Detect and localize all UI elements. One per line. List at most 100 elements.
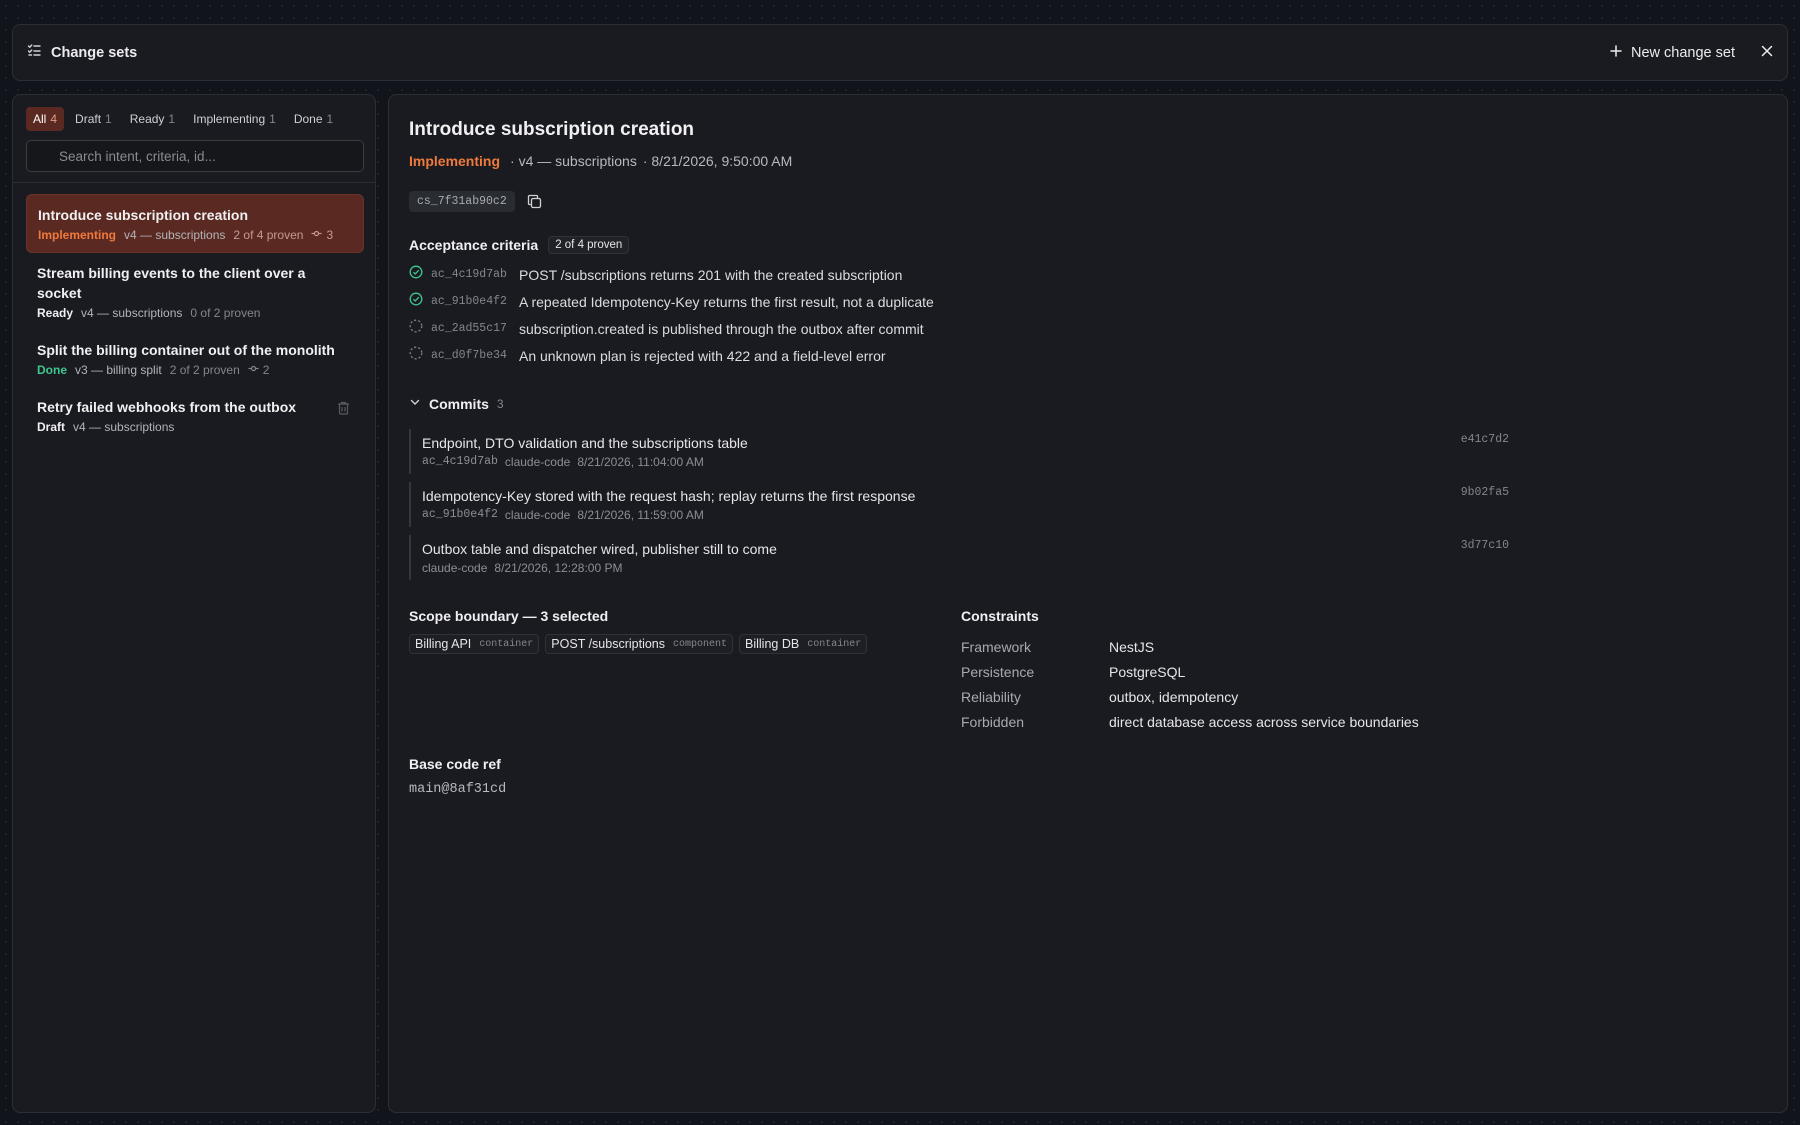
constraint-value: NestJS (1109, 638, 1155, 655)
filter-ready[interactable]: Ready 1 (123, 107, 182, 131)
filter-all[interactable]: All 4 (26, 107, 65, 131)
filter-draft[interactable]: Draft 1 (68, 107, 119, 131)
filter-count: 4 (50, 112, 58, 126)
filter-label: Done (293, 112, 323, 126)
filter-count: 1 (105, 112, 112, 126)
criterion-text: An unknown plan is rejected with 422 and… (519, 347, 886, 364)
criterion-id: ac_91b0e4f2 (431, 295, 507, 308)
constraint-row: Forbidden direct database access across … (961, 709, 1419, 734)
search-box (26, 140, 364, 172)
close-icon (1761, 44, 1773, 62)
filter-count: 1 (326, 112, 334, 126)
filter-label: Implementing (193, 112, 266, 126)
status-badge: Implementing (38, 228, 117, 242)
copy-icon[interactable] (527, 194, 542, 209)
scope-tag[interactable]: Billing DB container (739, 634, 868, 654)
header-bar: Change sets New change set (12, 24, 1788, 81)
constraints-heading: Constraints (961, 608, 1039, 624)
scope-heading: Scope boundary — 3 selected (409, 608, 609, 624)
commit-count-value: 3 (326, 228, 334, 242)
search-input[interactable] (59, 148, 363, 164)
base-ref-value: main@8af31cd (409, 782, 507, 797)
chevron-down-icon (409, 395, 421, 413)
scope-tag-kind: component (673, 638, 728, 650)
commit-sha: 9b02fa5 (1460, 486, 1509, 499)
trash-icon[interactable] (337, 401, 350, 420)
scope-tag-name: Billing API (415, 637, 472, 651)
constraint-key: Persistence (961, 663, 1035, 680)
filter-done[interactable]: Done 1 (287, 107, 340, 131)
list-item[interactable]: Retry failed webhooks from the outbox Dr… (26, 387, 364, 444)
version-label: v3 — billing split (75, 363, 162, 377)
checklist-icon (27, 43, 41, 62)
commit-time: 8/21/2026, 11:59:00 AM (577, 508, 704, 522)
filter-implementing[interactable]: Implementing 1 (186, 107, 283, 131)
scope-boundary: Scope boundary — 3 selected Billing API … (409, 608, 868, 654)
scope-tag[interactable]: Billing API container (409, 634, 540, 654)
base-code-ref: Base code ref main@8af31cd (409, 756, 506, 797)
version-label: v4 — subscriptions (81, 306, 183, 320)
filter-label: Ready (129, 112, 165, 126)
criterion-row: ac_2ad55c17 subscription.created is publ… (409, 315, 934, 342)
commit-row[interactable]: Idempotency-Key stored with the request … (409, 482, 1509, 527)
detail-title: Introduce subscription creation (409, 119, 695, 140)
scope-tag-name: Billing DB (745, 637, 800, 651)
commit-author: claude-code (504, 455, 571, 469)
commit-list: Endpoint, DTO validation and the subscri… (409, 429, 1509, 588)
commits-heading: Commits (429, 396, 489, 412)
filter-label: All (33, 112, 47, 126)
scope-tag[interactable]: POST /subscriptions component (545, 634, 734, 654)
scope-tag-name: POST /subscriptions (551, 637, 665, 651)
constraint-value: direct database access across service bo… (1109, 713, 1419, 730)
commit-message: Outbox table and dispatcher wired, publi… (422, 541, 777, 557)
check-circle-icon (409, 292, 423, 311)
criterion-row: ac_4c19d7ab POST /subscriptions returns … (409, 261, 934, 288)
commit-criterion: ac_4c19d7ab (422, 455, 498, 468)
commits-toggle[interactable]: Commits 3 (409, 395, 504, 413)
commit-row[interactable]: Outbox table and dispatcher wired, publi… (409, 535, 1509, 580)
acceptance-heading: Acceptance criteria (409, 237, 539, 253)
proven-count: 2 of 2 proven (169, 363, 240, 377)
constraints: Constraints Framework NestJS Persistence… (961, 608, 1419, 734)
close-button[interactable] (1761, 44, 1773, 62)
filter-count: 1 (168, 112, 176, 126)
version-label: · v4 — subscriptions (510, 153, 637, 169)
list-item[interactable]: Introduce subscription creation Implemen… (26, 194, 364, 253)
commits-count: 3 (496, 397, 504, 411)
scope-tag-kind: container (479, 638, 534, 650)
constraint-row: Framework NestJS (961, 634, 1419, 659)
change-set-title: Stream billing events to the client over… (37, 265, 306, 301)
filter-count: 1 (269, 112, 276, 126)
status-badge: Implementing (409, 153, 501, 169)
commit-icon (248, 363, 259, 377)
commit-icon (311, 228, 322, 242)
detail-meta: Implementing · v4 — subscriptions · 8/21… (409, 153, 792, 169)
change-set-id: cs_7f31ab90c2 (409, 191, 515, 212)
criterion-text: subscription.created is published throug… (519, 320, 924, 337)
criterion-id: ac_d0f7be34 (431, 349, 507, 362)
commit-sha: 3d77c10 (1460, 539, 1509, 552)
new-change-set-button[interactable]: New change set (1610, 45, 1735, 61)
commit-author: claude-code (422, 561, 488, 575)
new-change-set-label: New change set (1631, 44, 1735, 61)
constraint-key: Framework (961, 638, 1032, 655)
filter-label: Draft (75, 112, 102, 126)
constraint-key: Forbidden (961, 713, 1025, 730)
list-item[interactable]: Split the billing container out of the m… (26, 330, 364, 387)
commit-row[interactable]: Endpoint, DTO validation and the subscri… (409, 429, 1509, 474)
proven-count: 0 of 2 proven (190, 306, 261, 320)
timestamp: · 8/21/2026, 9:50:00 AM (642, 153, 793, 169)
pending-circle-icon (409, 319, 423, 338)
change-set-list: Introduce subscription creation Implemen… (26, 194, 364, 444)
status-badge: Ready (37, 306, 74, 320)
base-ref-heading: Base code ref (409, 756, 501, 772)
list-item[interactable]: Stream billing events to the client over… (26, 253, 364, 330)
status-badge: Draft (37, 420, 66, 434)
scope-tag-kind: container (807, 638, 862, 650)
commit-count: 3 (311, 228, 333, 242)
change-set-title: Split the billing container out of the m… (37, 342, 335, 358)
criterion-id: ac_2ad55c17 (431, 322, 507, 335)
acceptance-list: ac_4c19d7ab POST /subscriptions returns … (409, 261, 934, 369)
proven-badge: 2 of 4 proven (548, 236, 630, 254)
version-label: v4 — subscriptions (124, 228, 226, 242)
